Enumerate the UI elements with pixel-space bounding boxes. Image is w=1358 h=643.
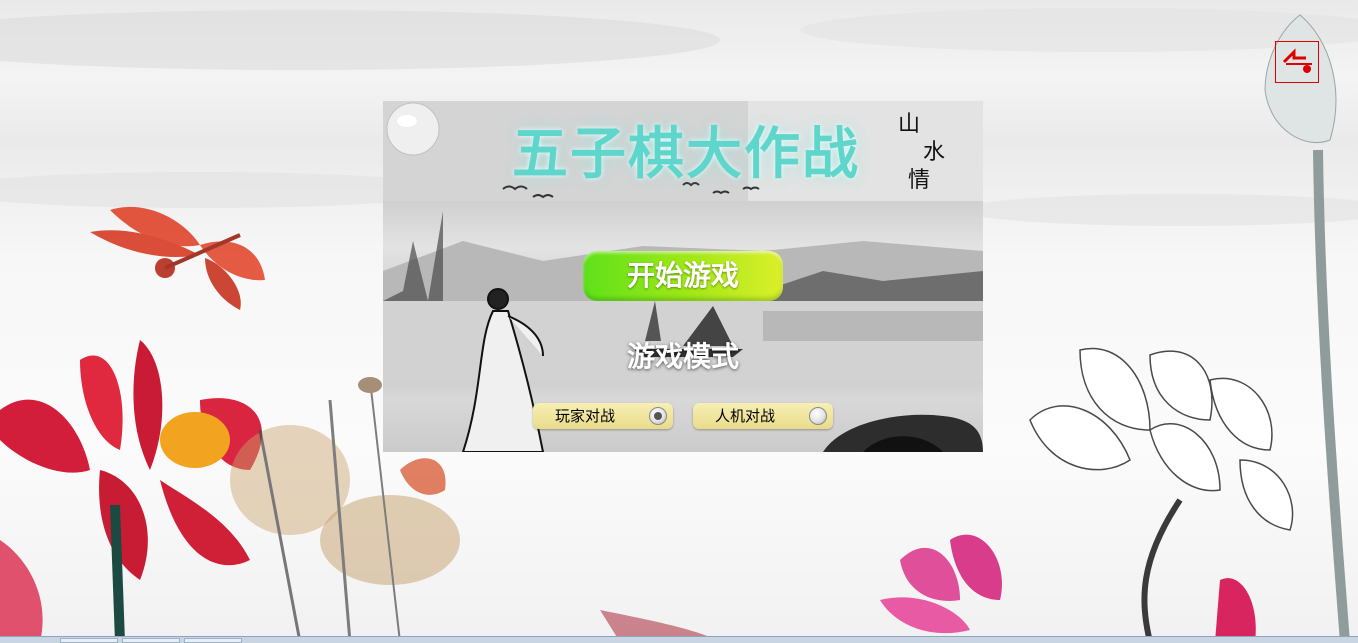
radio-button-pve[interactable]	[809, 407, 827, 425]
mode-option-pve[interactable]: 人机对战	[693, 403, 833, 429]
radio-button-pvp[interactable]	[649, 407, 667, 425]
game-mode-label: 游戏模式	[626, 340, 739, 373]
game-title: 五子棋大作战	[512, 121, 860, 187]
dragonfly-icon	[90, 206, 265, 310]
game-panel: 山水情 五子棋大作战 开始游戏 游戏模式 玩家对战 人机对战	[383, 101, 983, 452]
radio-selected-dot-icon	[654, 412, 662, 420]
taskbar-item[interactable]	[122, 638, 180, 643]
taskbar-item[interactable]	[60, 638, 118, 643]
mode-option-label: 人机对战	[715, 407, 776, 425]
taskbar-item[interactable]	[184, 638, 242, 643]
pink-lotus-icon	[880, 534, 1256, 642]
back-arrow-icon[interactable]	[1275, 41, 1319, 83]
start-game-button[interactable]: 开始游戏	[583, 251, 783, 301]
left-lotus-icon	[0, 340, 262, 642]
mode-option-pvp[interactable]: 玩家对战	[533, 403, 673, 429]
right-lotus-icon	[1029, 347, 1294, 642]
right-bud-icon	[1264, 14, 1350, 642]
mode-option-label: 玩家对战	[555, 407, 616, 425]
